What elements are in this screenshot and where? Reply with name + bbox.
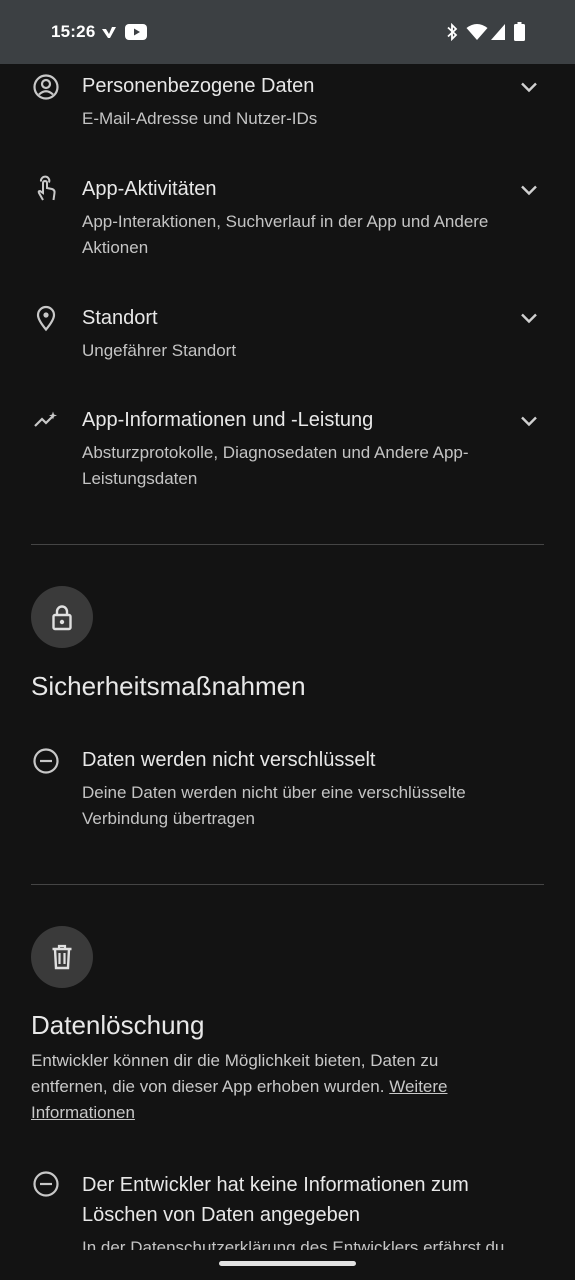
section-divider bbox=[31, 884, 544, 885]
data-type-subtitle: Ungefährer Standort bbox=[82, 341, 237, 360]
deletion-icon-badge bbox=[31, 926, 93, 988]
minus-circle-icon bbox=[33, 1171, 59, 1197]
deletion-text: Entwickler können dir die Möglichkeit bi… bbox=[31, 1051, 439, 1096]
section-divider bbox=[31, 544, 544, 545]
data-type-title: Personenbezogene Daten bbox=[82, 75, 315, 97]
deletion-item-subtitle: In der Datenschutzerklärung des Entwickl… bbox=[82, 1238, 505, 1250]
account-circle-icon bbox=[33, 74, 59, 100]
status-time: 15:26 bbox=[51, 22, 96, 41]
performance-icon bbox=[34, 411, 57, 427]
security-item-subtitle: Deine Daten werden nicht über eine versc… bbox=[82, 783, 466, 828]
data-type-subtitle: App-Interaktionen, Suchverlauf in der Ap… bbox=[82, 212, 489, 257]
data-type-subtitle: Absturzprotokolle, Diagnosedaten und And… bbox=[82, 443, 469, 488]
chevron-down-icon[interactable] bbox=[516, 408, 542, 434]
data-type-title: Standort bbox=[82, 307, 158, 329]
security-icon-badge bbox=[31, 586, 93, 648]
touch-app-icon bbox=[37, 175, 56, 201]
deletion-item-title: Der Entwickler hat keine Informationen z… bbox=[82, 1174, 469, 1226]
app-notification-icon bbox=[102, 27, 116, 38]
data-type-subtitle: E-Mail-Adresse und Nutzer-IDs bbox=[82, 109, 318, 128]
chevron-down-icon[interactable] bbox=[516, 74, 542, 100]
chevron-down-icon[interactable] bbox=[516, 177, 542, 203]
data-type-title: App-Informationen und -Leistung bbox=[82, 409, 374, 431]
chevron-down-icon[interactable] bbox=[516, 305, 542, 331]
battery-icon bbox=[514, 22, 525, 41]
status-bar: 15:26 bbox=[0, 0, 575, 64]
deletion-description: Entwickler können dir die Möglichkeit bi… bbox=[31, 1048, 501, 1126]
lock-icon bbox=[52, 605, 72, 631]
bluetooth-icon bbox=[447, 23, 458, 41]
deletion-heading: Datenlöschung bbox=[31, 1010, 205, 1040]
signal-icon bbox=[491, 24, 505, 40]
gesture-nav-handle[interactable] bbox=[219, 1261, 356, 1266]
security-heading: Sicherheitsmaßnahmen bbox=[31, 671, 306, 701]
wifi-icon bbox=[466, 24, 488, 40]
minus-circle-icon bbox=[33, 748, 59, 774]
security-item-title: Daten werden nicht verschlüsselt bbox=[82, 749, 376, 771]
trash-icon bbox=[52, 944, 72, 970]
data-safety-content: Personenbezogene Daten E-Mail-Adresse un… bbox=[0, 64, 575, 1280]
youtube-icon bbox=[125, 24, 147, 40]
data-type-title: App-Aktivitäten bbox=[82, 178, 217, 200]
location-pin-icon bbox=[36, 305, 56, 332]
